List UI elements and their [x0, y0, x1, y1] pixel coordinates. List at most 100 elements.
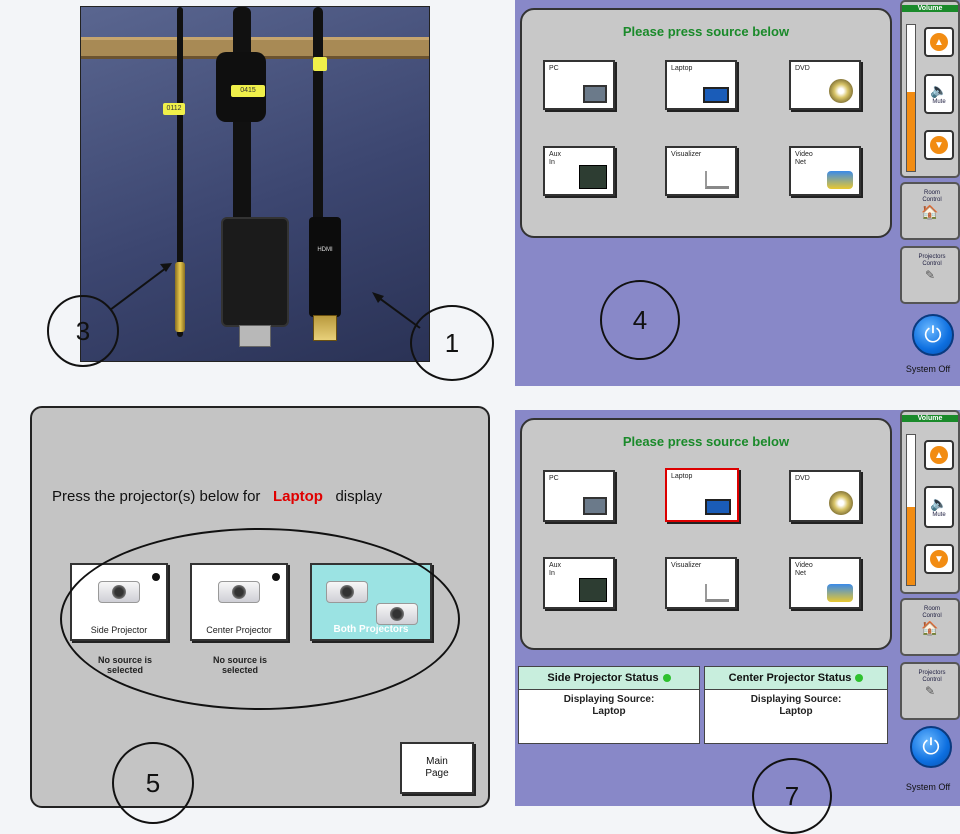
projectors-control-label: Projectors Control	[918, 254, 946, 267]
projectors-control-button[interactable]: Projectors Control ✎	[900, 662, 960, 720]
mute-label: Mute	[932, 512, 946, 518]
volume-label: Volume	[902, 415, 958, 422]
arrow-down-icon: ▼	[930, 136, 948, 154]
source-button-laptop[interactable]: Laptop	[665, 468, 739, 522]
room-control-button[interactable]: Room Control 🏠	[900, 182, 960, 240]
speaker-icon: 🔈	[930, 495, 948, 511]
source-label: DVD	[795, 65, 810, 72]
source-button-pc[interactable]: PC	[543, 60, 615, 110]
source-label: Video Net	[795, 151, 813, 166]
computer-icon	[583, 497, 607, 515]
main-page-label: Main Page	[425, 756, 449, 779]
projectors-control-label: Projectors Control	[918, 670, 946, 683]
source-button-dvd[interactable]: DVD	[789, 60, 861, 110]
mute-button[interactable]: 🔈 Mute	[924, 74, 954, 114]
source-title: Please press source below	[622, 24, 790, 39]
arrow-line	[109, 264, 171, 311]
dvd-icon	[829, 79, 853, 103]
callout-5: 5	[112, 742, 194, 824]
visualizer-icon	[705, 171, 729, 189]
arrow-up-icon: ▲	[930, 446, 948, 464]
source-title: Please press source below	[622, 434, 790, 449]
laptop-icon	[703, 87, 729, 103]
source-label: Aux In	[549, 151, 562, 166]
source-button-visualizer[interactable]: Visualizer	[665, 557, 737, 609]
prompt-before: Press the projector(s) below for	[52, 488, 261, 505]
source-label: DVD	[795, 475, 810, 482]
source-button-aux[interactable]: Aux In	[543, 557, 615, 609]
remote-icon: ✎	[924, 268, 936, 282]
status-title: Center Projector Status	[705, 667, 887, 690]
volume-up-button[interactable]: ▲	[924, 27, 954, 57]
power-icon: ⏻	[922, 734, 940, 759]
videonet-icon	[827, 171, 853, 189]
volume-label: Volume	[902, 5, 958, 12]
volume-track	[906, 434, 916, 586]
volume-down-button[interactable]: ▼	[924, 130, 954, 160]
source-box: Please press source below	[520, 8, 892, 238]
power-icon: ⏻	[924, 322, 942, 347]
system-off-label: System Off	[905, 364, 951, 374]
source-button-laptop[interactable]: Laptop	[665, 60, 737, 110]
source-button-aux[interactable]: Aux In	[543, 146, 615, 196]
source-label: PC	[549, 65, 559, 72]
source-label: Visualizer	[671, 562, 702, 569]
status-led-icon	[855, 674, 864, 683]
source-button-dvd[interactable]: DVD	[789, 470, 861, 522]
computer-icon	[583, 85, 607, 103]
callout-7: 7	[752, 758, 832, 834]
room-control-label: Room Control	[922, 190, 942, 203]
arrow-up-icon: ▲	[930, 33, 948, 51]
laptop-icon	[705, 499, 731, 515]
volume-fill	[907, 92, 915, 171]
source-button-pc[interactable]: PC	[543, 470, 615, 522]
status-title-text: Side Projector Status	[547, 672, 659, 684]
source-box: Please press source below	[520, 418, 892, 650]
volume-panel: Volume ▲ 🔈 Mute ▼	[900, 410, 960, 594]
source-button-visualizer[interactable]: Visualizer	[665, 146, 737, 196]
videonet-icon	[827, 584, 853, 602]
house-icon: 🏠	[921, 620, 939, 636]
arrow-line	[374, 294, 421, 329]
status-line-1: Displaying Source:	[563, 694, 655, 705]
remote-icon: ✎	[924, 684, 936, 698]
source-label: Laptop	[671, 473, 693, 480]
main-page-button[interactable]: Main Page	[400, 742, 474, 794]
source-label: Laptop	[671, 65, 693, 72]
status-line-2: Laptop	[779, 706, 813, 717]
room-control-label: Room Control	[922, 606, 942, 619]
status-title: Side Projector Status	[519, 667, 699, 690]
house-icon: 🏠	[921, 204, 939, 220]
source-button-videonet[interactable]: Video Net	[789, 557, 861, 609]
source-label: Visualizer	[671, 151, 702, 158]
selected-source-name: Laptop	[272, 488, 323, 505]
volume-up-button[interactable]: ▲	[924, 440, 954, 470]
prompt-after: display	[335, 488, 383, 505]
source-label: Video Net	[795, 562, 813, 577]
room-control-button[interactable]: Room Control 🏠	[900, 598, 960, 656]
dvd-icon	[829, 491, 853, 515]
callout-4: 4	[600, 280, 680, 360]
visualizer-icon	[705, 584, 729, 602]
power-button[interactable]: ⏻	[910, 726, 952, 768]
mute-label: Mute	[932, 99, 946, 105]
projectors-control-button[interactable]: Projectors Control ✎	[900, 246, 960, 304]
volume-panel: Volume ▲ 🔈 Mute ▼	[900, 0, 960, 178]
status-title-text: Center Projector Status	[728, 672, 852, 684]
projector-prompt: Press the projector(s) below for Laptop …	[52, 488, 472, 505]
volume-down-button[interactable]: ▼	[924, 544, 954, 574]
aux-icon	[579, 165, 607, 189]
system-off-label: System Off	[905, 782, 951, 792]
status-line-1: Displaying Source:	[750, 694, 842, 705]
power-button[interactable]: ⏻	[912, 314, 954, 356]
status-led-icon	[662, 674, 671, 683]
side-projector-status-box: Side Projector Status Displaying Source:…	[518, 666, 700, 744]
arrow-down-icon: ▼	[930, 550, 948, 568]
highlight-ellipse	[60, 528, 460, 710]
source-label: Aux In	[549, 562, 562, 577]
mute-button[interactable]: 🔈 Mute	[924, 486, 954, 528]
source-button-videonet[interactable]: Video Net	[789, 146, 861, 196]
volume-track	[906, 24, 916, 172]
source-label: PC	[549, 475, 559, 482]
speaker-icon: 🔈	[930, 82, 948, 98]
